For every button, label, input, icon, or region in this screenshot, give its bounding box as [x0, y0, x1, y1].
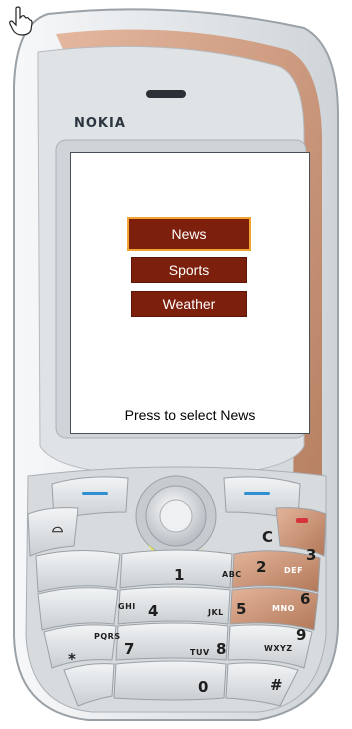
brand-logo: NOKIA — [74, 116, 126, 131]
key-7-letters: PQRS — [94, 632, 121, 641]
key-7[interactable]: 7 — [124, 640, 134, 658]
key-hash[interactable]: # — [270, 676, 283, 694]
key-8[interactable]: 8 — [216, 640, 226, 658]
key-5[interactable]: 5 — [236, 600, 246, 618]
key-9-letters: WXYZ — [264, 644, 293, 653]
clear-key[interactable]: C — [262, 528, 273, 546]
key-9[interactable]: 9 — [296, 626, 306, 644]
call-key-icon[interactable]: ⌓ — [52, 520, 63, 536]
key-6[interactable]: 6 — [300, 590, 310, 608]
phone-device: NOKIA News Sports Weather Press to selec… — [8, 6, 344, 724]
key-0[interactable]: 0 — [198, 678, 208, 696]
key-6-letters: MNO — [272, 604, 295, 613]
menu-item-weather[interactable]: Weather — [131, 291, 247, 317]
key-8-letters: TUV — [190, 648, 210, 657]
key-5-letters: JKL — [208, 608, 224, 617]
key-2[interactable]: 2 — [256, 558, 266, 576]
key-2-letters: ABC — [222, 570, 242, 579]
key-3-letters: DEF — [284, 566, 304, 575]
menu-item-news[interactable]: News — [127, 217, 251, 251]
key-1[interactable]: 1 — [174, 566, 184, 584]
status-text: Press to select News — [124, 407, 256, 423]
menu-item-sports[interactable]: Sports — [131, 257, 247, 283]
key-3[interactable]: 3 — [306, 546, 316, 564]
phone-screen: News Sports Weather Press to select News — [70, 152, 310, 434]
key-4[interactable]: 4 — [148, 602, 158, 620]
hand-cursor-icon — [9, 6, 33, 36]
key-4-letters: GHI — [118, 602, 136, 611]
key-star[interactable]: * — [68, 650, 76, 668]
